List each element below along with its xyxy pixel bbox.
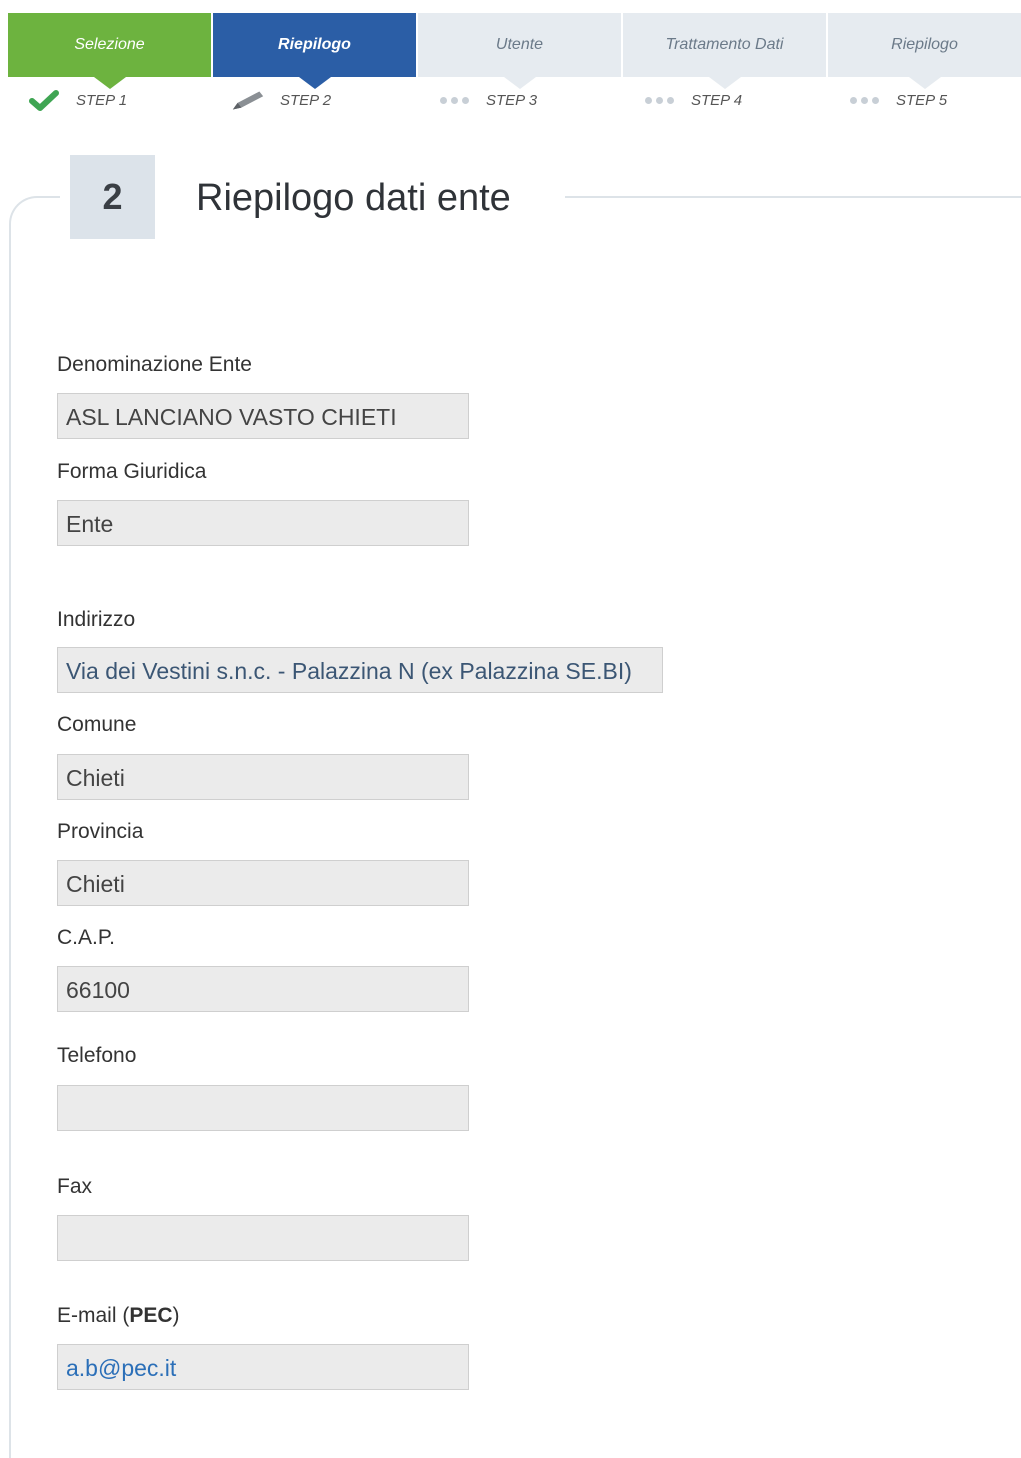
comune-field[interactable]: Chieti bbox=[57, 754, 469, 800]
tab-selezione[interactable]: Selezione bbox=[8, 13, 211, 89]
step-indicator-1: STEP 1 bbox=[26, 89, 127, 111]
wizard-stepper: Selezione Riepilogo Utente Trattamento D… bbox=[8, 13, 1021, 123]
tab-label: Trattamento Dati bbox=[665, 36, 784, 53]
step-number: STEP 2 bbox=[280, 91, 332, 109]
email-label-suffix: ) bbox=[172, 1304, 180, 1327]
step-number: STEP 4 bbox=[691, 91, 743, 109]
email-pec-field[interactable]: a.b@pec.it bbox=[57, 1344, 469, 1390]
tab-label: Riepilogo bbox=[891, 36, 958, 53]
step-indicator-2: STEP 2 bbox=[230, 89, 331, 111]
tab-label: Riepilogo bbox=[278, 36, 351, 53]
telefono-label: Telefono bbox=[57, 1044, 137, 1067]
email-label-prefix: E-mail ( bbox=[57, 1304, 130, 1327]
provincia-label: Provincia bbox=[57, 820, 144, 843]
fieldset-frame bbox=[9, 196, 1021, 1458]
forma-giuridica-label: Forma Giuridica bbox=[57, 460, 207, 483]
step-number: STEP 3 bbox=[486, 91, 538, 109]
dots-icon bbox=[641, 96, 677, 104]
comune-label: Comune bbox=[57, 713, 137, 736]
pencil-icon bbox=[230, 88, 266, 112]
tab-utente[interactable]: Utente bbox=[418, 13, 621, 89]
tab-label: Utente bbox=[495, 36, 544, 53]
telefono-field[interactable] bbox=[57, 1085, 469, 1131]
indirizzo-field[interactable]: Via dei Vestini s.n.c. - Palazzina N (ex… bbox=[57, 647, 663, 693]
indirizzo-label: Indirizzo bbox=[57, 608, 136, 631]
denominazione-label: Denominazione Ente bbox=[57, 353, 252, 376]
email-pec-label: E-mail (PEC) bbox=[57, 1303, 180, 1329]
dots-icon bbox=[846, 96, 882, 104]
provincia-field[interactable]: Chieti bbox=[57, 860, 469, 906]
dots-icon bbox=[436, 96, 472, 104]
step-indicator-3: STEP 3 bbox=[436, 89, 537, 111]
tab-label: Selezione bbox=[74, 36, 145, 53]
fax-label: Fax bbox=[57, 1175, 93, 1198]
tab-trattamento-dati[interactable]: Trattamento Dati bbox=[623, 13, 826, 89]
cap-label: C.A.P. bbox=[57, 926, 115, 949]
page-title: Riepilogo dati ente bbox=[196, 177, 511, 219]
email-label-pec: PEC bbox=[129, 1304, 173, 1327]
checkmark-icon bbox=[26, 89, 62, 111]
forma-giuridica-field[interactable]: Ente bbox=[57, 500, 469, 546]
fax-field[interactable] bbox=[57, 1215, 469, 1261]
tab-riepilogo[interactable]: Riepilogo bbox=[213, 13, 416, 89]
cap-field[interactable]: 66100 bbox=[57, 966, 469, 1012]
step-indicator-4: STEP 4 bbox=[641, 89, 742, 111]
step-indicator-5: STEP 5 bbox=[846, 89, 947, 111]
tab-riepilogo-finale[interactable]: Riepilogo bbox=[828, 13, 1021, 89]
step-number: STEP 5 bbox=[896, 91, 948, 109]
step-number: STEP 1 bbox=[76, 91, 128, 109]
denominazione-field[interactable]: ASL LANCIANO VASTO CHIETI bbox=[57, 393, 469, 439]
section-step-number: 2 bbox=[70, 155, 155, 239]
